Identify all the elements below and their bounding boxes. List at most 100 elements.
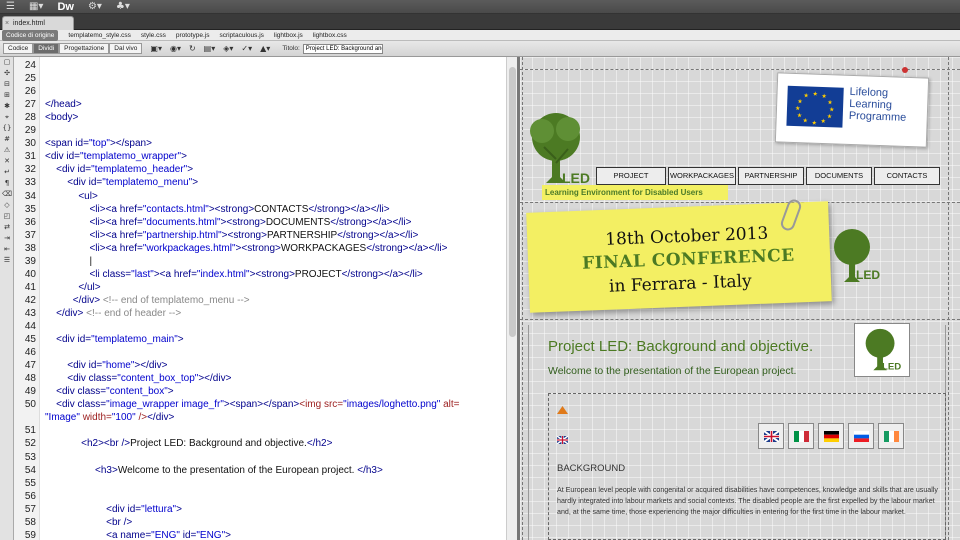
design-view[interactable]: ★ ★ ★ ★ ★ ★ ★ ★ ★ ★ ★ ★ Lifelong Learnin…: [520, 57, 960, 540]
code-line[interactable]: 35 <li><a href="contacts.html"><strong>C…: [14, 203, 506, 216]
open-documents-icon[interactable]: ▢: [0, 57, 14, 68]
code-line[interactable]: 42 </div> <!-- end of templatemo_menu --…: [14, 294, 506, 307]
related-file[interactable]: lightbox.css: [313, 30, 347, 41]
code-line[interactable]: 59 <a name="ENG" id="ENG">: [14, 529, 506, 540]
code-line[interactable]: 41 </ul>: [14, 281, 506, 294]
line-number: 24: [24, 60, 36, 71]
loghetto-image[interactable]: LED: [854, 323, 910, 377]
code-line[interactable]: 31 <div id="templatemo_wrapper">: [14, 150, 506, 163]
code-line[interactable]: 24: [14, 59, 506, 72]
related-file[interactable]: lightbox.js: [274, 30, 303, 41]
word-wrap-icon[interactable]: ↵: [0, 167, 14, 178]
title-input[interactable]: Project LED: Background and o: [302, 43, 383, 54]
extend-icon[interactable]: ⚙▾: [88, 0, 102, 14]
view-live-button[interactable]: Dal vivo: [109, 43, 143, 54]
code-line[interactable]: 51: [14, 424, 506, 437]
refresh-icon[interactable]: ↻: [189, 43, 196, 54]
indent-icon[interactable]: ⇥: [0, 233, 14, 244]
code-line[interactable]: 58 <br />: [14, 516, 506, 529]
code-line[interactable]: 37 <li><a href="partnership.html"><stron…: [14, 229, 506, 242]
code-line[interactable]: 54 <h3>Welcome to the presentation of th…: [14, 464, 506, 477]
nav-project[interactable]: PROJECT: [596, 167, 666, 185]
related-file[interactable]: prototype.js: [176, 30, 210, 41]
code-line[interactable]: 26: [14, 85, 506, 98]
code-line[interactable]: 55: [14, 477, 506, 490]
code-line[interactable]: 56: [14, 490, 506, 503]
preview-icon[interactable]: ◉▾: [170, 43, 181, 54]
code-line[interactable]: 29: [14, 124, 506, 137]
syntax-error-icon[interactable]: ✕: [0, 156, 14, 167]
highlight-invalid-icon[interactable]: ⚠: [0, 145, 14, 156]
document-tab[interactable]: × index.html (XHTML)*: [2, 16, 74, 40]
nav-partnership[interactable]: PARTNERSHIP: [738, 167, 804, 185]
recent-snippets-icon[interactable]: ◰: [0, 211, 14, 222]
nav-documents[interactable]: DOCUMENTS: [806, 167, 872, 185]
validate-icon[interactable]: ✓▾: [241, 43, 252, 54]
code-line[interactable]: 36 <li><a href="documents.html"><strong>…: [14, 216, 506, 229]
code-line[interactable]: 46: [14, 346, 506, 359]
expand-all-icon[interactable]: ✱: [0, 101, 14, 112]
code-line[interactable]: "Image" width="100" /></div>: [14, 411, 506, 424]
related-file-source[interactable]: Codice di origine: [2, 29, 59, 41]
nav-contacts[interactable]: CONTACTS: [874, 167, 940, 185]
code-line[interactable]: 48 <div class="content_box_top"></div>: [14, 372, 506, 385]
close-tab-icon[interactable]: ×: [5, 17, 9, 30]
code-line[interactable]: 32 <div id="templatemo_header">: [14, 163, 506, 176]
flag-english-button[interactable]: [758, 423, 784, 449]
code-text: <a name="ENG" id="ENG">: [106, 529, 231, 540]
remove-comment-icon[interactable]: ⌫: [0, 189, 14, 200]
browser-check-icon[interactable]: ▲▾: [260, 43, 270, 54]
code-scrollbar[interactable]: [506, 57, 517, 540]
code-line[interactable]: 47 <div id="home"></div>: [14, 359, 506, 372]
code-line[interactable]: 52 <h2><br />Project LED: Background and…: [14, 437, 506, 450]
nav-workpackages[interactable]: WORKPACKAGES: [668, 167, 736, 185]
code-line[interactable]: 43 </div> <!-- end of header -->: [14, 307, 506, 320]
code-line[interactable]: 27 </head>: [14, 98, 506, 111]
code-line[interactable]: 40 <li class="last"><a href="index.html"…: [14, 268, 506, 281]
flag-irish-button[interactable]: [878, 423, 904, 449]
site-icon[interactable]: ♣▾: [116, 0, 130, 14]
view-options-icon[interactable]: ▤▾: [204, 43, 216, 54]
code-scroll-thumb[interactable]: [509, 67, 516, 337]
format-source-icon[interactable]: ☰: [0, 255, 14, 266]
code-line[interactable]: 25: [14, 72, 506, 85]
code-line[interactable]: 53: [14, 451, 506, 464]
code-line[interactable]: 34 <ul>: [14, 190, 506, 203]
code-line[interactable]: 38 <li><a href="workpackages.html"><stro…: [14, 242, 506, 255]
related-file[interactable]: style.css: [141, 30, 166, 41]
multiscreen-icon[interactable]: ▣▾: [150, 43, 162, 54]
select-parent-tag-icon[interactable]: ⌖: [0, 112, 14, 123]
flag-german-button[interactable]: [818, 423, 844, 449]
code-line[interactable]: 44: [14, 320, 506, 333]
uk-flag-icon[interactable]: [557, 436, 568, 444]
code-line[interactable]: 49 <div class="content_box">: [14, 385, 506, 398]
code-line[interactable]: 33 <div id="templatemo_menu">: [14, 176, 506, 189]
code-line[interactable]: 28 <body>: [14, 111, 506, 124]
show-code-navigator-icon[interactable]: ✣: [0, 68, 14, 79]
visual-aids-icon[interactable]: ◈▾: [223, 43, 233, 54]
wrap-tag-icon[interactable]: ◇: [0, 200, 14, 211]
code-line[interactable]: 57 <div id="lettura">: [14, 503, 506, 516]
line-numbers-icon[interactable]: #: [0, 134, 14, 145]
balance-braces-icon[interactable]: {}: [0, 123, 14, 134]
view-code-button[interactable]: Codice: [3, 43, 34, 54]
code-view[interactable]: 24 25 26 27 </head> 28 <body> 29 30 <span id="top…: [14, 57, 506, 540]
view-split-button[interactable]: Dividi: [33, 43, 60, 54]
flag-slovenian-button[interactable]: [848, 423, 874, 449]
code-line[interactable]: 39 |: [14, 255, 506, 268]
apple-menu-icon[interactable]: ☰: [6, 0, 15, 14]
related-file[interactable]: scriptaculous.js: [219, 30, 263, 41]
slovenia-flag-icon: [854, 431, 869, 442]
view-design-button[interactable]: Progettazione: [59, 43, 110, 54]
collapse-tag-icon[interactable]: ⊟: [0, 79, 14, 90]
code-line[interactable]: 50 <div class="image_wrapper image_fr"><…: [14, 398, 506, 411]
code-line[interactable]: 30 <span id="top"></span>: [14, 137, 506, 150]
flag-italian-button[interactable]: [788, 423, 814, 449]
layout-icon[interactable]: ▦▾: [29, 0, 43, 14]
move-css-icon[interactable]: ⇄: [0, 222, 14, 233]
apply-comment-icon[interactable]: ¶: [0, 178, 14, 189]
related-file[interactable]: templatemo_style.css: [68, 30, 131, 41]
outdent-icon[interactable]: ⇤: [0, 244, 14, 255]
collapse-selection-icon[interactable]: ⊞: [0, 90, 14, 101]
code-line[interactable]: 45 <div id="templatemo_main">: [14, 333, 506, 346]
